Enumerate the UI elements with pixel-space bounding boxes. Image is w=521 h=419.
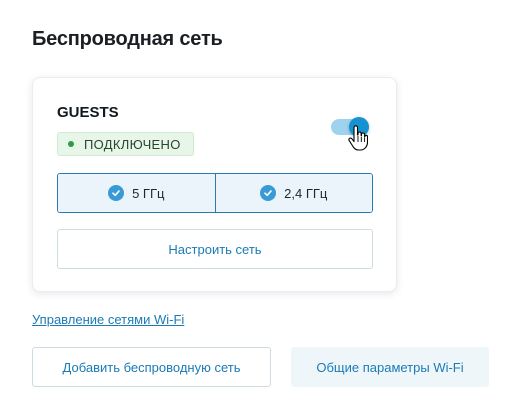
status-badge: ПОДКЛЮЧЕНО bbox=[57, 132, 194, 156]
band-selector: 5 ГГц 2,4 ГГц bbox=[57, 173, 373, 213]
band-5ghz[interactable]: 5 ГГц bbox=[58, 174, 215, 212]
status-label: ПОДКЛЮЧЕНО bbox=[84, 136, 181, 152]
add-wireless-network-button[interactable]: Добавить беспроводную сеть bbox=[32, 347, 271, 387]
status-dot-icon bbox=[68, 141, 74, 147]
band-label: 2,4 ГГц bbox=[284, 185, 328, 201]
hand-pointer-icon bbox=[348, 125, 368, 151]
band-2-4ghz[interactable]: 2,4 ГГц bbox=[214, 174, 372, 212]
network-card: GUESTS ПОДКЛЮЧЕНО 5 ГГц 2,4 ГГц Настроит… bbox=[32, 77, 397, 292]
configure-network-button[interactable]: Настроить сеть bbox=[57, 229, 373, 269]
section-title: Беспроводная сеть bbox=[32, 28, 223, 50]
general-wifi-settings-button[interactable]: Общие параметры Wi-Fi bbox=[291, 347, 489, 387]
band-label: 5 ГГц bbox=[132, 185, 165, 201]
check-circle-icon bbox=[260, 185, 277, 201]
check-circle-icon bbox=[108, 185, 125, 201]
network-name: GUESTS bbox=[57, 104, 119, 121]
manage-wifi-link[interactable]: Управление сетями Wi-Fi bbox=[32, 312, 184, 327]
